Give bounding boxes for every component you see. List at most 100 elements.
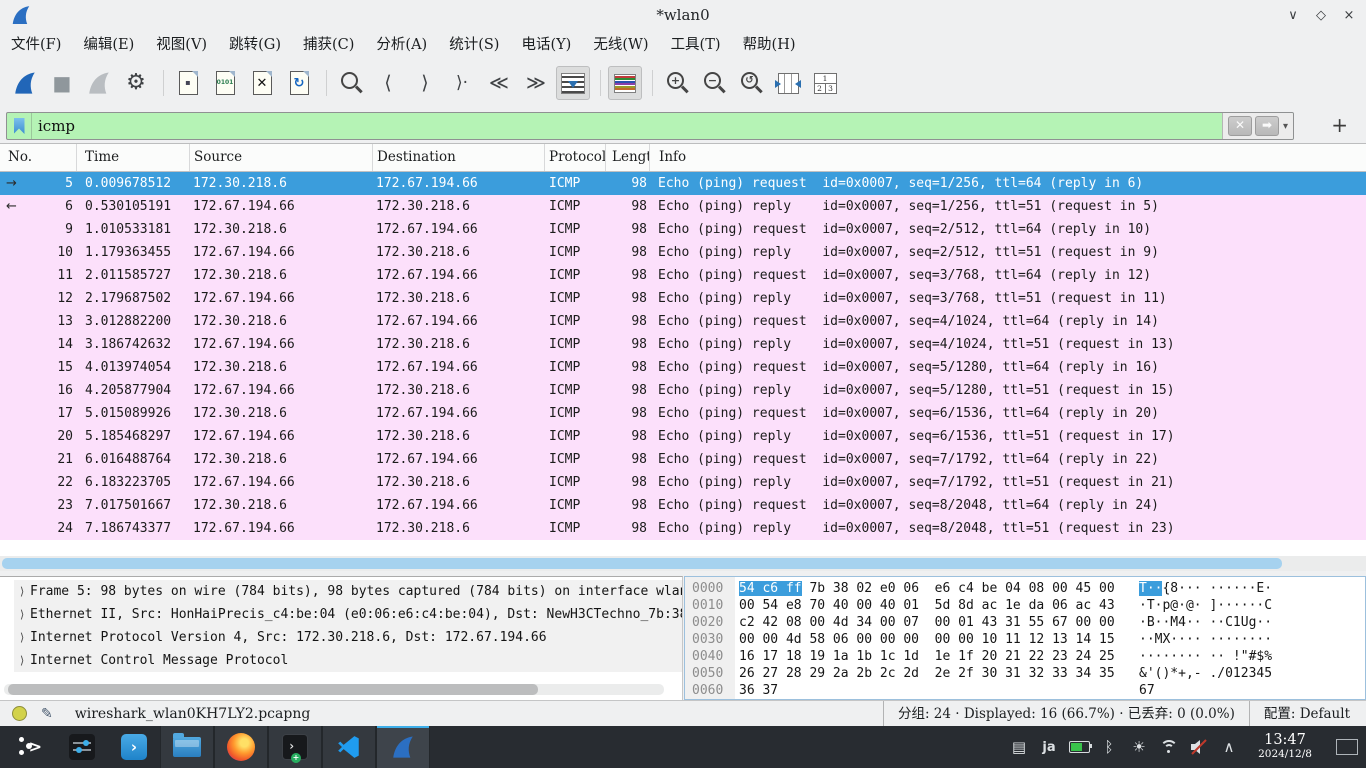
maximize-button[interactable]: ◇	[1312, 8, 1330, 23]
close-file-button[interactable]: ✕	[245, 66, 279, 100]
column-header-protocol[interactable]: Protocol	[545, 144, 606, 171]
expander-icon[interactable]: ⟩	[14, 626, 30, 649]
display-filter-input[interactable]	[32, 113, 1222, 139]
column-header-length[interactable]: Length	[606, 144, 650, 171]
clipboard-icon[interactable]: ▤	[1004, 738, 1034, 756]
detail-row[interactable]: ⟩Ethernet II, Src: HonHaiPrecis_c4:be:04…	[14, 603, 682, 626]
zoom-in-button[interactable]: +	[660, 66, 694, 100]
scrollbar-thumb[interactable]	[8, 684, 538, 695]
hex-row[interactable]: 000054 c6 ff 7b 38 02 e0 06 e6 c4 be 04 …	[692, 580, 1272, 597]
restart-capture-button[interactable]	[82, 66, 116, 100]
menu-item-9[interactable]: 工具(T)	[660, 30, 732, 60]
packet-row[interactable]: 6←0.530105191172.67.194.66172.30.218.6IC…	[0, 195, 1366, 218]
expander-icon[interactable]: ⟩	[14, 649, 30, 672]
menu-item-7[interactable]: 电话(Y)	[510, 30, 582, 60]
hex-row[interactable]: 003000 00 4d 58 06 00 00 00 00 00 10 11 …	[692, 631, 1272, 648]
apply-filter-button[interactable]: ➡	[1255, 116, 1279, 136]
capture-options-button[interactable]: ⚙	[119, 66, 153, 100]
column-header-no[interactable]: No.	[0, 144, 77, 171]
menu-item-3[interactable]: 跳转(G)	[218, 30, 292, 60]
expert-info-icon[interactable]	[12, 706, 27, 721]
packet-row[interactable]: 101.179363455172.67.194.66172.30.218.6IC…	[0, 241, 1366, 264]
go-to-packet-button[interactable]: ⟩·	[445, 66, 479, 100]
open-file-button[interactable]: ▪	[171, 66, 205, 100]
show-desktop-button[interactable]	[1336, 739, 1358, 755]
packet-row[interactable]: 237.017501667172.30.218.6172.67.194.66IC…	[0, 494, 1366, 517]
tray-expand-icon[interactable]: ∧	[1214, 738, 1244, 756]
taskbar-app-discover[interactable]: ›	[108, 726, 160, 768]
minimize-button[interactable]: ∨	[1284, 8, 1302, 23]
packet-row[interactable]: 247.186743377172.67.194.66172.30.218.6IC…	[0, 517, 1366, 540]
hex-row[interactable]: 005026 27 28 29 2a 2b 2c 2d 2e 2f 30 31 …	[692, 665, 1272, 682]
battery-icon[interactable]	[1064, 738, 1094, 756]
packet-row[interactable]: 164.205877904172.67.194.66172.30.218.6IC…	[0, 379, 1366, 402]
taskbar-app-konsole[interactable]: ›+	[268, 726, 322, 768]
layout-button[interactable]: 123	[808, 66, 842, 100]
packet-row[interactable]: 143.186742632172.67.194.66172.30.218.6IC…	[0, 333, 1366, 356]
menu-item-6[interactable]: 统计(S)	[438, 30, 510, 60]
first-packet-button[interactable]: ≪	[482, 66, 516, 100]
add-filter-button[interactable]: +	[1331, 112, 1348, 138]
previous-packet-button[interactable]: ⟨	[371, 66, 405, 100]
column-header-destination[interactable]: Destination	[373, 144, 545, 171]
last-packet-button[interactable]: ≫	[519, 66, 553, 100]
hex-row[interactable]: 006036 3767	[692, 682, 1272, 699]
next-packet-button[interactable]: ⟩	[408, 66, 442, 100]
hex-row[interactable]: 0020c2 42 08 00 4d 34 00 07 00 01 43 31 …	[692, 614, 1272, 631]
packet-row[interactable]: 154.013974054172.30.218.6172.67.194.66IC…	[0, 356, 1366, 379]
packet-row[interactable]: 175.015089926172.30.218.6172.67.194.66IC…	[0, 402, 1366, 425]
packet-row[interactable]: 112.011585727172.30.218.6172.67.194.66IC…	[0, 264, 1366, 287]
find-packet-button[interactable]	[334, 66, 368, 100]
clock[interactable]: 13:47 2024/12/8	[1248, 733, 1322, 760]
resize-columns-button[interactable]	[771, 66, 805, 100]
packet-list-hscrollbar[interactable]	[0, 556, 1366, 571]
packet-row[interactable]: 91.010533181172.30.218.6172.67.194.66ICM…	[0, 218, 1366, 241]
packet-row[interactable]: 226.183223705172.67.194.66172.30.218.6IC…	[0, 471, 1366, 494]
menu-item-2[interactable]: 视图(V)	[145, 30, 218, 60]
reload-file-button[interactable]: ↻	[282, 66, 316, 100]
taskbar-app-vscode[interactable]	[322, 726, 376, 768]
auto-scroll-button[interactable]	[556, 66, 590, 100]
profile-selector[interactable]: 配置: Default	[1249, 701, 1366, 727]
start-capture-button[interactable]	[8, 66, 42, 100]
hex-row[interactable]: 001000 54 e8 70 40 00 40 01 5d 8d ac 1e …	[692, 597, 1272, 614]
detail-row[interactable]: ⟩Internet Control Message Protocol	[14, 649, 682, 672]
menu-item-4[interactable]: 捕获(C)	[292, 30, 365, 60]
taskbar-app-wireshark[interactable]	[376, 726, 430, 768]
wifi-icon[interactable]	[1154, 738, 1184, 756]
taskbar-app-app-launcher[interactable]: >	[4, 726, 56, 768]
taskbar-app-system-settings[interactable]	[56, 726, 108, 768]
display-filter-field[interactable]: ✕ ➡ ▾	[6, 112, 1294, 140]
detail-hscrollbar[interactable]	[4, 684, 664, 695]
stop-capture-button[interactable]: ■	[45, 66, 79, 100]
menu-item-5[interactable]: 分析(A)	[365, 30, 438, 60]
packet-row[interactable]: 133.012882200172.30.218.6172.67.194.66IC…	[0, 310, 1366, 333]
packet-row[interactable]: 122.179687502172.67.194.66172.30.218.6IC…	[0, 287, 1366, 310]
menu-item-8[interactable]: 无线(W)	[582, 30, 659, 60]
menu-item-10[interactable]: 帮助(H)	[732, 30, 807, 60]
detail-row[interactable]: ⟩Internet Protocol Version 4, Src: 172.3…	[14, 626, 682, 649]
save-file-button[interactable]: 0101	[208, 66, 242, 100]
expander-icon[interactable]: ⟩	[14, 580, 30, 603]
title-bar[interactable]: *wlan0 ∨◇×	[0, 0, 1366, 30]
input-method-ja[interactable]: ja	[1034, 738, 1064, 756]
filter-dropdown-caret[interactable]: ▾	[1283, 121, 1288, 132]
zoom-out-button[interactable]: −	[697, 66, 731, 100]
packet-row[interactable]: 205.185468297172.67.194.66172.30.218.6IC…	[0, 425, 1366, 448]
expander-icon[interactable]: ⟩	[14, 603, 30, 626]
menu-item-0[interactable]: 文件(F)	[0, 30, 72, 60]
menu-item-1[interactable]: 编辑(E)	[72, 30, 145, 60]
clear-filter-button[interactable]: ✕	[1228, 116, 1252, 136]
column-header-time[interactable]: Time	[77, 144, 190, 171]
colorize-packets-button[interactable]	[608, 66, 642, 100]
scrollbar-thumb[interactable]	[2, 558, 1282, 569]
taskbar-app-firefox[interactable]	[214, 726, 268, 768]
column-header-info[interactable]: Info	[650, 144, 1366, 171]
column-header-source[interactable]: Source	[190, 144, 373, 171]
brightness-icon[interactable]: ☀	[1124, 738, 1154, 756]
close-button[interactable]: ×	[1340, 8, 1358, 23]
taskbar-app-file-manager[interactable]	[160, 726, 214, 768]
capture-comment-icon[interactable]: ✎	[41, 706, 53, 722]
zoom-reset-button[interactable]: ↺	[734, 66, 768, 100]
packet-row[interactable]: 216.016488764172.30.218.6172.67.194.66IC…	[0, 448, 1366, 471]
